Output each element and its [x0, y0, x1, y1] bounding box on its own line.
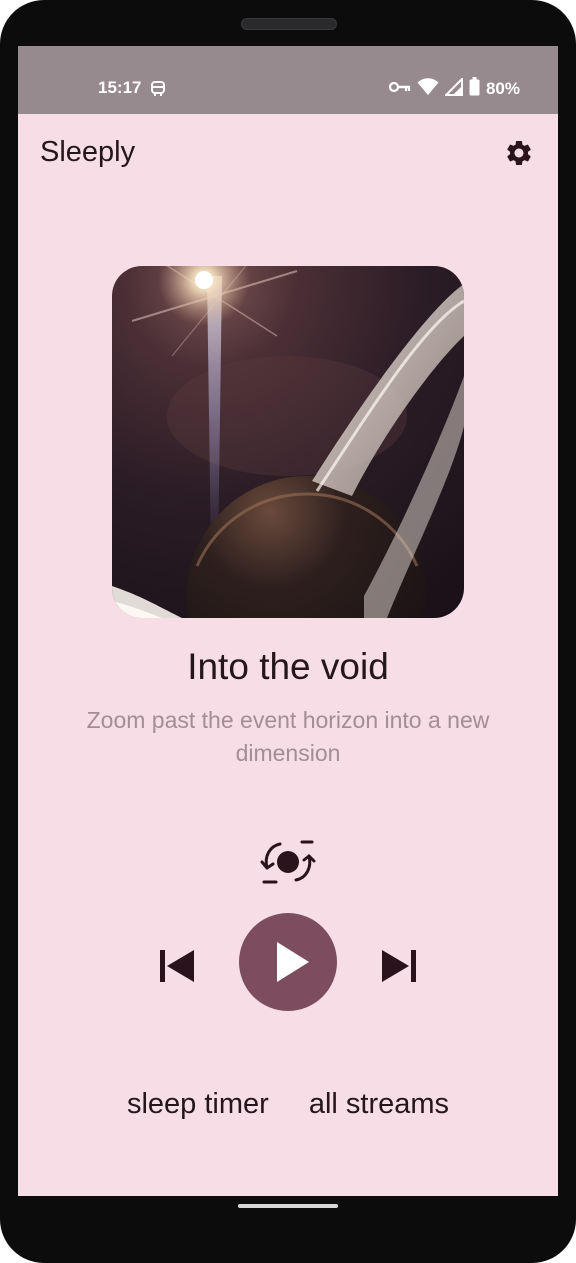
cell-signal-icon	[443, 76, 463, 101]
play-button[interactable]	[239, 913, 337, 1011]
skip-previous-icon[interactable]	[154, 942, 202, 990]
sleep-timer-button[interactable]: sleep timer	[127, 1088, 269, 1121]
ringed-planet-artwork	[112, 266, 464, 618]
app-screen: 15:17 80% Sleeply Into the void Zoom pas…	[18, 46, 558, 1196]
battery-percent: 80%	[485, 79, 520, 98]
phone-frame: 15:17 80% Sleeply Into the void Zoom pas…	[0, 0, 576, 1263]
status-icons: 80%	[388, 76, 520, 101]
earpiece-speaker	[241, 18, 337, 30]
status-bar: 15:17 80%	[18, 46, 558, 114]
gesture-navigation-bar[interactable]	[238, 1204, 338, 1208]
vpn-key-icon	[388, 80, 411, 98]
track-description: Zoom past the event horizon into a new d…	[86, 707, 490, 766]
status-time: 15:17	[98, 78, 142, 97]
all-streams-button[interactable]: all streams	[309, 1088, 449, 1121]
wifi-icon	[417, 77, 439, 101]
loop-icon[interactable]	[258, 836, 318, 888]
gear-icon[interactable]	[504, 138, 534, 168]
android-robot-icon	[150, 79, 166, 102]
bottom-actions: sleep timer all streams	[18, 1088, 558, 1121]
play-icon	[277, 942, 309, 982]
track-title: Into the void	[187, 646, 389, 687]
skip-next-icon[interactable]	[376, 942, 424, 990]
app-title: Sleeply	[40, 136, 136, 168]
battery-icon	[469, 77, 480, 101]
